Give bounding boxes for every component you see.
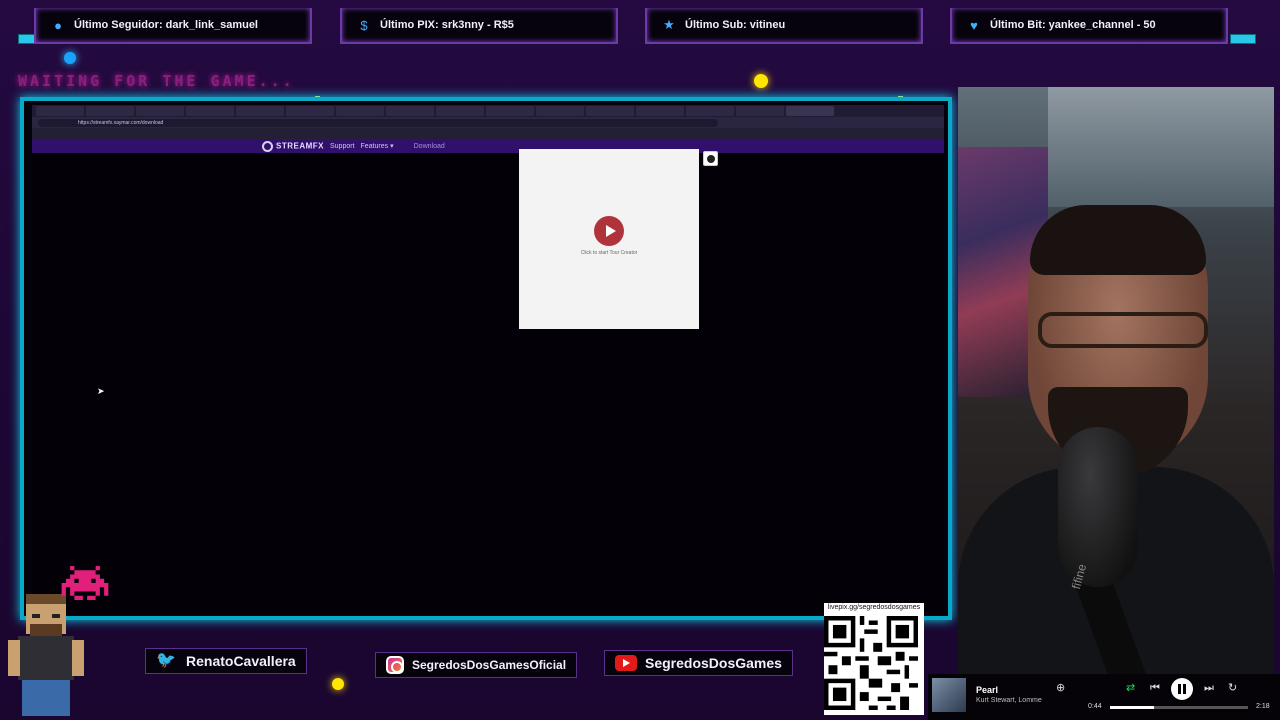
browser-tab[interactable] — [386, 106, 434, 116]
brand-name: STREAMFX — [276, 141, 324, 151]
instagram-icon — [386, 656, 404, 674]
bookmarks-bar[interactable] — [32, 128, 944, 139]
qr-code-icon — [824, 616, 918, 710]
webcam-feed: fifine — [958, 87, 1274, 677]
stream-overlay: ● Último Seguidor: dark_link_samuel $ Úl… — [0, 0, 1280, 720]
song-artist: Kurt Stewart, Lomme — [976, 697, 1042, 704]
alert-text: Último Sub: vitineu — [685, 19, 786, 31]
browser-tab[interactable] — [186, 106, 234, 116]
song-title: Pearl — [976, 685, 999, 695]
browser-tab[interactable] — [686, 106, 734, 116]
streamer-glasses — [1038, 312, 1208, 348]
browser-tab[interactable] — [336, 106, 384, 116]
alert-text: Último Seguidor: dark_link_samuel — [74, 19, 258, 31]
add-icon[interactable]: ⊕ — [1056, 681, 1065, 695]
alert-last-pix: $ Último PIX: srk3nny - R$5 — [340, 8, 618, 44]
alert-last-bit: ♥ Último Bit: yankee_channel - 50 — [950, 8, 1228, 44]
space-invader-icon — [61, 566, 109, 600]
nav-features-link[interactable]: Features ▾ — [361, 142, 394, 150]
browser-tab[interactable] — [136, 106, 184, 116]
progress-bar[interactable] — [1110, 706, 1248, 709]
blue-orb-icon — [64, 52, 76, 64]
webcam-background-window — [1048, 87, 1274, 207]
music-player: Pearl Kurt Stewart, Lomme ⊕ ⇄ ⏮ ⏭ ↻ 0:44… — [928, 674, 1280, 720]
duration-time: 2:18 — [1256, 703, 1270, 710]
browser-tab[interactable] — [586, 106, 634, 116]
alerts-bar: ● Último Seguidor: dark_link_samuel $ Úl… — [0, 0, 1280, 46]
game-capture-frame: https://streamfx.xaymar.com/download STR… — [20, 97, 952, 620]
social-youtube: SegredosDosGames — [604, 650, 793, 676]
address-bar[interactable]: https://streamfx.xaymar.com/download — [32, 117, 944, 128]
browser-tab[interactable] — [36, 106, 84, 116]
browser-tabstrip[interactable] — [32, 105, 944, 117]
browser-tab[interactable] — [86, 106, 134, 116]
browser-tab[interactable] — [736, 106, 784, 116]
nav-support-link[interactable]: Support — [330, 143, 355, 150]
site-navbar: STREAMFX Support Features ▾ Download — [32, 139, 944, 153]
browser-tab[interactable] — [286, 106, 334, 116]
alert-last-sub: ★ Último Sub: vitineu — [645, 8, 923, 44]
play-button[interactable] — [594, 216, 624, 246]
streamer-hair — [1030, 205, 1206, 275]
url-field[interactable]: https://streamfx.xaymar.com/download — [38, 118, 718, 127]
browser-tab[interactable] — [486, 106, 534, 116]
browser-window[interactable]: https://streamfx.xaymar.com/download STR… — [32, 105, 944, 613]
elapsed-time: 0:44 — [1088, 703, 1102, 710]
alert-text: Último PIX: srk3nny - R$5 — [380, 19, 514, 31]
browser-tab[interactable] — [436, 106, 484, 116]
twitter-icon: 🐦 — [156, 652, 176, 669]
repeat-icon[interactable]: ↻ — [1228, 681, 1237, 695]
album-cover — [932, 678, 966, 712]
yellow-orb-icon — [332, 678, 344, 690]
next-icon[interactable]: ⏭ — [1204, 681, 1214, 695]
microphone — [1058, 427, 1138, 587]
alerts-edge-right — [1230, 34, 1256, 44]
heart-icon: ♥ — [970, 17, 978, 33]
streamfx-logo-icon — [262, 140, 273, 152]
browser-tab[interactable] — [236, 106, 284, 116]
waiting-text: WAITING FOR THE GAME... — [18, 72, 295, 90]
progress-fill — [1110, 706, 1155, 709]
yellow-orb-icon — [754, 74, 768, 88]
qr-label: livepix.gg/segredosdosgames — [827, 604, 921, 611]
pixel-character-icon — [8, 594, 84, 716]
pause-button[interactable] — [1171, 678, 1193, 700]
social-twitter: 🐦 RenatoCavallera — [145, 648, 307, 674]
tour-popup: Click to start Tour Creator — [519, 149, 699, 329]
alert-last-follower: ● Último Seguidor: dark_link_samuel — [34, 8, 312, 44]
browser-tab-active[interactable] — [786, 106, 834, 116]
youtube-handle: SegredosDosGames — [645, 655, 782, 671]
site-logo[interactable]: STREAMFX — [262, 140, 324, 152]
social-instagram: SegredosDosGamesOficial — [375, 652, 578, 678]
mouse-cursor-icon: ➤ — [97, 386, 105, 396]
browser-tab[interactable] — [536, 106, 584, 116]
livepix-qr: livepix.gg/segredosdosgames — [824, 603, 924, 715]
shuffle-icon[interactable]: ⇄ — [1126, 681, 1135, 695]
dollar-icon: $ — [360, 17, 368, 33]
star-icon: ★ — [663, 17, 675, 32]
previous-icon[interactable]: ⏮ — [1150, 681, 1160, 695]
instagram-handle: SegredosDosGamesOficial — [412, 658, 567, 672]
twitter-handle: RenatoCavallera — [186, 653, 296, 669]
nav-download-link[interactable]: Download — [414, 143, 445, 150]
popup-caption: Click to start Tour Creator — [580, 250, 638, 256]
youtube-icon — [615, 655, 637, 671]
browser-tab[interactable] — [636, 106, 684, 116]
extension-icon[interactable] — [703, 151, 718, 166]
user-icon: ● — [54, 17, 62, 33]
alert-text: Último Bit: yankee_channel - 50 — [990, 19, 1156, 31]
